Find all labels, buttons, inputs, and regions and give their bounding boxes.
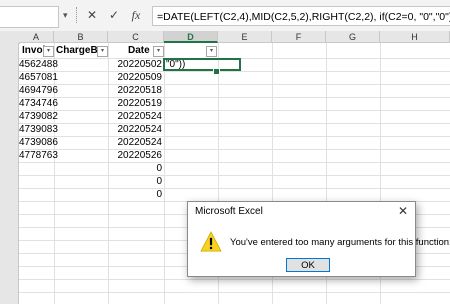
invoice-cell[interactable]: 4657081 (19, 71, 58, 84)
invoice-cell[interactable]: 4739083 (19, 123, 58, 136)
filter-dropdown-icon[interactable]: ▾ (153, 46, 164, 57)
column-header-a[interactable]: A (19, 31, 54, 43)
gridline (19, 71, 450, 72)
column-header-b[interactable]: B (54, 31, 108, 43)
gridline (19, 188, 450, 189)
column-header-h[interactable]: H (380, 31, 450, 43)
gridline (19, 279, 450, 280)
date-cell[interactable]: 20220502 (108, 58, 163, 71)
cancel-icon[interactable]: ✕ (84, 8, 100, 22)
enter-icon[interactable]: ✓ (106, 8, 122, 22)
dialog-title: Microsoft Excel (195, 206, 263, 217)
dialog-message: You've entered too many arguments for th… (230, 237, 450, 248)
date-cell[interactable]: 20220526 (108, 149, 163, 162)
gridline (19, 162, 450, 163)
close-icon[interactable]: ✕ (395, 204, 411, 218)
column-header-d[interactable]: D (164, 31, 218, 43)
ok-button[interactable]: OK (286, 258, 330, 272)
gridline (19, 110, 450, 111)
gridline (19, 149, 450, 150)
date-cell[interactable]: 0 (108, 188, 162, 201)
date-cell[interactable]: 0 (108, 162, 162, 175)
column-header-g[interactable]: G (326, 31, 380, 43)
formula-input[interactable]: =DATE(LEFT(C2,4),MID(C2,5,2),RIGHT(C2,2)… (152, 6, 450, 26)
date-cell[interactable]: 20220524 (108, 123, 163, 136)
invoice-cell[interactable]: 4694796 (19, 84, 58, 97)
fill-handle[interactable] (213, 68, 220, 75)
gridline (19, 84, 450, 85)
insert-function-icon[interactable]: fx (128, 8, 144, 23)
invoice-cell[interactable]: 4778763 (19, 149, 58, 162)
gridline (19, 97, 450, 98)
active-cell-outline (163, 58, 241, 71)
filter-dropdown-icon[interactable]: ▾ (43, 46, 54, 57)
gridline (19, 175, 450, 176)
invoice-cell[interactable]: 4562488 (19, 58, 58, 71)
date-cell[interactable]: 20220524 (108, 110, 163, 123)
date-cell[interactable]: 20220509 (108, 71, 163, 84)
gridline (19, 136, 450, 137)
gridline (19, 123, 450, 124)
invoice-cell[interactable]: 4739082 (19, 110, 58, 123)
column-header-e[interactable]: E (218, 31, 272, 43)
formula-bar-divider (76, 7, 79, 23)
gridline (19, 292, 450, 293)
column-header-c[interactable]: C (108, 31, 164, 43)
formula-bar: ▾ ✕ ✓ fx =DATE(LEFT(C2,4),MID(C2,5,2),RI… (0, 0, 450, 32)
date-cell[interactable]: 20220518 (108, 84, 163, 97)
filter-dropdown-icon[interactable]: ▾ (97, 46, 108, 57)
date-cell[interactable]: 20220519 (108, 97, 163, 110)
column-header-f[interactable]: F (272, 31, 326, 43)
name-box-dropdown-icon[interactable]: ▾ (63, 10, 68, 21)
invoice-cell[interactable]: 4734746 (19, 97, 58, 110)
invoice-cell[interactable]: 4739086 (19, 136, 58, 149)
name-box[interactable] (0, 6, 59, 28)
warning-icon (200, 231, 222, 252)
error-dialog: Microsoft Excel ✕ You've entered too man… (187, 201, 450, 277)
date-cell[interactable]: 0 (108, 175, 162, 188)
filter-dropdown-icon[interactable]: ▾ (206, 46, 217, 57)
row-header-strip[interactable] (0, 43, 19, 304)
date-cell[interactable]: 20220524 (108, 136, 163, 149)
gridline (164, 43, 165, 304)
